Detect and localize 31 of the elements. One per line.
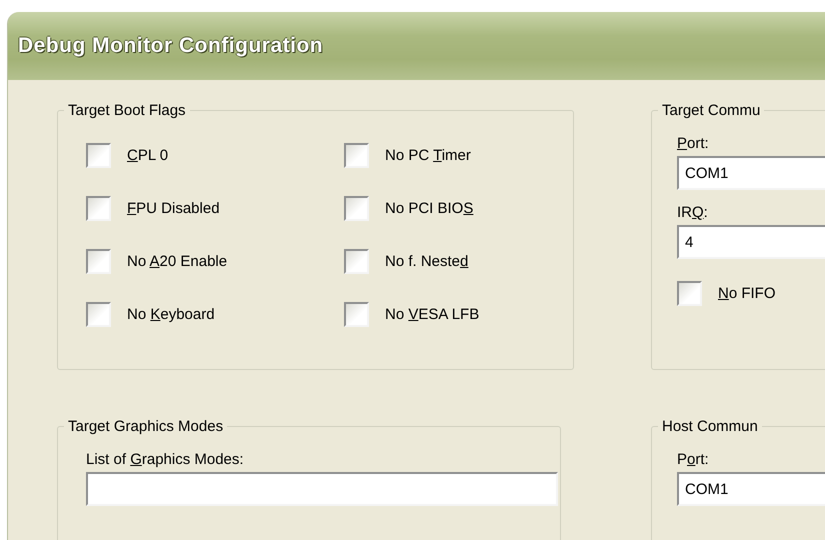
group-title: Host Commun <box>661 418 759 435</box>
checkbox[interactable] <box>86 143 111 168</box>
checkbox-label: No A20 Enable <box>127 253 228 270</box>
checkbox[interactable] <box>677 281 702 306</box>
port-field[interactable]: COM1 <box>677 156 825 190</box>
checkbox[interactable] <box>86 302 111 327</box>
group-title: Target Commu <box>661 102 762 119</box>
port-field[interactable]: COM1 <box>677 472 825 506</box>
checkbox-label: FPU Disabled <box>127 200 220 217</box>
field-label: Port: <box>677 451 710 468</box>
field-label: Port: <box>677 135 710 152</box>
checkbox-label: No PC Timer <box>385 147 471 164</box>
checkbox[interactable] <box>344 302 369 327</box>
irq-field[interactable]: 4 <box>677 225 825 259</box>
field-label: IRQ: <box>677 204 709 221</box>
checkbox-label: No f. Nested <box>385 253 468 270</box>
group-title: Target Graphics Modes <box>67 418 224 435</box>
field-label: List of Graphics Modes: <box>86 451 245 468</box>
checkbox-label: No FIFO <box>718 285 776 302</box>
checkbox[interactable] <box>344 249 369 274</box>
checkbox-label: No Keyboard <box>127 306 215 323</box>
checkbox-label: No VESA LFB <box>385 306 480 323</box>
checkbox[interactable] <box>86 196 111 221</box>
window-title: Debug Monitor Configuration <box>18 34 324 58</box>
checkbox-label: No PCI BIOS <box>385 200 474 217</box>
graphics-modes-field[interactable] <box>86 472 558 506</box>
checkbox[interactable] <box>86 249 111 274</box>
group-title: Target Boot Flags <box>67 102 187 119</box>
checkbox[interactable] <box>344 143 369 168</box>
checkbox-label: CPL 0 <box>127 147 168 164</box>
checkbox[interactable] <box>344 196 369 221</box>
